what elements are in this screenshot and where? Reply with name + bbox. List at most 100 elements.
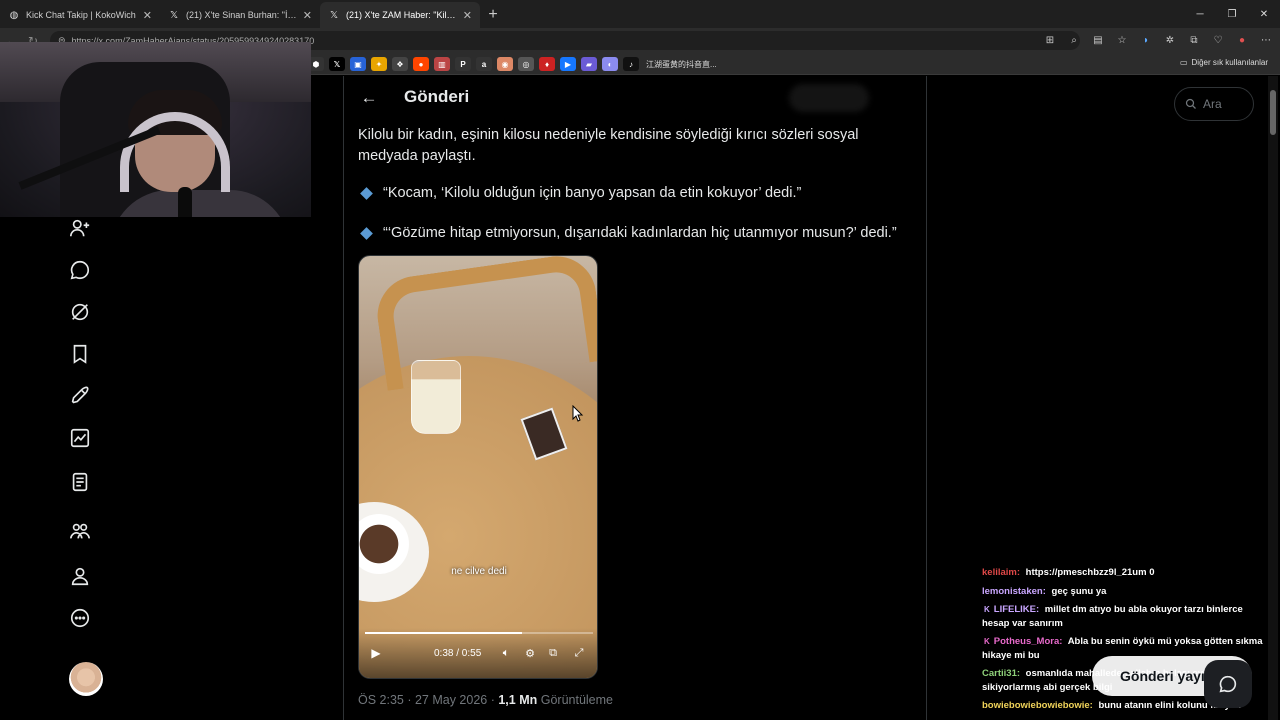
close-tab-icon[interactable]: ✕ (463, 9, 472, 22)
bullet-text: “‘Gözüme hitap etmiyorsun, dışarıdaki ka… (383, 225, 897, 241)
close-tab-icon[interactable]: ✕ (143, 9, 152, 22)
browser-tab[interactable]: 𝕏 (21) X'te Sinan Burhan: "İşte özledi ✕ (160, 2, 320, 28)
picture-in-picture-icon[interactable]: ⧉ (545, 645, 561, 661)
bookmark-icon[interactable]: ▰ (581, 57, 597, 71)
folder-icon: ▭ (1179, 58, 1188, 67)
communities-icon[interactable] (68, 519, 92, 543)
profile-icon[interactable] (68, 564, 92, 588)
video-caption: ne cilve dedi (451, 566, 507, 577)
video-frame-glass (411, 360, 461, 434)
grok-icon[interactable] (68, 300, 92, 324)
window-controls: ─ ❐ ✕ (1184, 0, 1280, 28)
bookmark-icon[interactable]: ▶ (560, 57, 576, 71)
reddit-bookmark-icon[interactable]: ● (413, 57, 429, 71)
x-bookmark-icon[interactable]: 𝕏 (329, 57, 345, 71)
bookmark-icon[interactable]: ▥ (434, 57, 450, 71)
chat-username[interactable]: Cartii31: (982, 668, 1020, 679)
follow-icon[interactable] (68, 216, 92, 240)
messages-icon[interactable] (68, 258, 92, 282)
close-window-icon[interactable]: ✕ (1248, 0, 1280, 28)
mouse-cursor-icon (572, 405, 584, 422)
other-bookmarks[interactable]: ▭ Diğer sık kullanılanlar (1180, 58, 1268, 67)
microphone (178, 187, 192, 217)
favorite-star-icon[interactable]: ☆ (1112, 31, 1132, 50)
chat-bubble-icon (1219, 675, 1237, 693)
extensions-icon[interactable]: ✲ (1160, 31, 1180, 50)
rocket-icon[interactable] (68, 384, 92, 408)
volume-icon[interactable]: 🔈︎ (498, 645, 514, 661)
chat-username[interactable]: Potheus_Mora: (994, 636, 1063, 647)
bookmark-icon[interactable]: ♦ (539, 57, 555, 71)
more-options-icon[interactable] (68, 606, 92, 630)
account-avatar[interactable] (69, 662, 103, 696)
bookmark-label[interactable]: 江湖蛋黄的抖音直... (646, 59, 717, 70)
diamond-bullet-icon (360, 226, 373, 240)
minimize-icon[interactable]: ─ (1184, 0, 1216, 28)
profile-icon[interactable]: ● (1232, 31, 1252, 50)
blurred-overlay (789, 84, 869, 112)
bookmark-icon[interactable]: ◉ (497, 57, 513, 71)
post-column: ← Gönderi Kilolu bir kadın, eşinin kilos… (343, 76, 927, 720)
globe-icon: ◍ (9, 9, 19, 21)
new-tab-button[interactable]: + (480, 2, 506, 28)
video-progress-fill (365, 632, 523, 634)
back-arrow-icon[interactable]: ← (358, 87, 380, 109)
apps-icon[interactable]: ⊞ (1040, 31, 1060, 50)
settings-gear-icon[interactable]: ⚙ (522, 645, 538, 661)
chat-message: kelilaim: https://pmeschbzz9l_21um 0 (982, 566, 1272, 580)
extension-icon[interactable]: ◗ (1136, 31, 1156, 50)
chat-badge: K (984, 605, 990, 614)
search-input[interactable]: Ara (1174, 87, 1254, 121)
bookmark-icon[interactable]: a (476, 57, 492, 71)
zoom-icon[interactable]: ⌕ (1064, 31, 1084, 50)
x-logo-icon: 𝕏 (169, 9, 179, 21)
bookmark-icon[interactable]: ✦ (371, 57, 387, 71)
video-player[interactable]: ne cilve dedi ▶ 0:38 / 0:55 🔈︎ ⚙ ⧉ ⤢ (358, 255, 598, 679)
chat-username[interactable]: LIFELIKE: (994, 604, 1039, 615)
browser-tab-bar: ◍ Kick Chat Takip | KokoWich ✕ 𝕏 (21) X'… (0, 0, 1280, 28)
bookmark-icon[interactable]: ◐ (602, 57, 618, 71)
x-logo-icon: 𝕏 (329, 9, 339, 21)
video-time: 0:38 / 0:55 (434, 648, 482, 659)
browser-tab-active[interactable]: 𝕏 (21) X'te ZAM Haber: "Kilolu bir ka ✕ (320, 2, 480, 28)
video-frame-chair (372, 256, 597, 391)
chat-text: geç şunu ya (1048, 585, 1107, 597)
fullscreen-icon[interactable]: ⤢ (571, 645, 587, 661)
post-bullet: “Kocam, ‘Kilolu olduğun için banyo yapsa… (360, 185, 802, 201)
tiktok-bookmark-icon[interactable]: ♪ (623, 57, 639, 71)
page-title: Gönderi (404, 87, 470, 106)
play-icon[interactable]: ▶ (369, 646, 383, 660)
chat-text: https://pmeschbzz9l_21um 0 (1023, 567, 1155, 578)
post-meta: ÖS 2:35 · 27 May 2026 · 1,1 Mn Görüntüle… (358, 693, 613, 707)
post-timestamp[interactable]: ÖS 2:35 · 27 May 2026 · (358, 693, 498, 707)
analytics-icon[interactable] (68, 426, 92, 450)
messages-drawer-button[interactable] (1204, 660, 1252, 708)
chat-message: lemonistaken: geç şunu ya (982, 585, 1272, 599)
search-icon (1185, 98, 1196, 109)
scrollbar-thumb[interactable] (1270, 90, 1276, 135)
articles-icon[interactable] (68, 470, 92, 494)
bookmark-icon[interactable]: P (455, 57, 471, 71)
post-body-text: Kilolu bir kadın, eşinin kilosu nedeniyl… (358, 127, 859, 164)
close-tab-icon[interactable]: ✕ (303, 9, 312, 22)
browser-tab[interactable]: ◍ Kick Chat Takip | KokoWich ✕ (0, 2, 160, 28)
bookmark-icon[interactable]: ▣ (350, 57, 366, 71)
reader-icon[interactable]: ▤ (1088, 31, 1108, 50)
bookmark-icon[interactable]: ◎ (518, 57, 534, 71)
maximize-icon[interactable]: ❐ (1216, 0, 1248, 28)
chat-username[interactable]: bowiebowiebowiebowie: (982, 700, 1093, 711)
post-bullet: “‘Gözüme hitap etmiyorsun, dışarıdaki ka… (360, 225, 897, 241)
more-menu-icon[interactable]: ⋯ (1256, 31, 1276, 50)
collections-icon[interactable]: ⧉ (1184, 31, 1204, 50)
views-label: Görüntüleme (537, 693, 613, 707)
chat-username[interactable]: kelilaim: (982, 567, 1020, 578)
video-progress-bar[interactable] (365, 632, 593, 634)
tab-title: Kick Chat Takip | KokoWich (26, 10, 136, 20)
bullet-text: “Kocam, ‘Kilolu olduğun için banyo yapsa… (383, 185, 802, 201)
chat-username[interactable]: lemonistaken: (982, 586, 1046, 597)
bookmarks-icon[interactable] (68, 342, 92, 366)
bookmark-icon[interactable]: ❖ (392, 57, 408, 71)
other-bookmarks-label: Diğer sık kullanılanlar (1191, 58, 1268, 67)
heart-icon[interactable]: ♡ (1208, 31, 1228, 50)
x-left-nav (0, 217, 311, 720)
